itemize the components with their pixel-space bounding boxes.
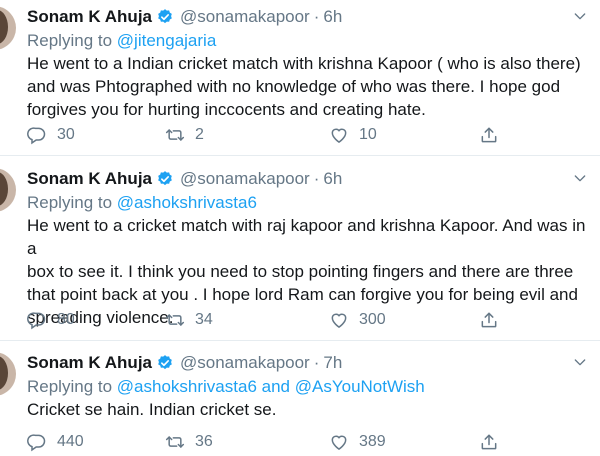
- timestamp[interactable]: 7h: [323, 353, 342, 373]
- tweet-actions: 80 34 300: [27, 308, 587, 332]
- like-button[interactable]: 389: [329, 430, 386, 454]
- replying-to: Replying to @ashokshrivasta6: [27, 193, 257, 213]
- reply-button[interactable]: 30: [27, 123, 75, 147]
- timestamp[interactable]: 6h: [323, 169, 342, 189]
- likes-count: 389: [359, 433, 386, 450]
- heart-icon: [329, 125, 349, 145]
- tweet-divider: [0, 340, 600, 341]
- mention-link[interactable]: @ashokshrivasta6: [117, 193, 257, 212]
- mention-link[interactable]: @AsYouNotWish: [295, 377, 425, 396]
- replies-count: 80: [57, 311, 75, 328]
- avatar[interactable]: [0, 6, 16, 50]
- share-icon: [479, 310, 499, 330]
- replying-to-label: Replying to: [27, 377, 113, 396]
- tweet-text-line: Cricket se hain. Indian cricket se.: [27, 400, 277, 419]
- like-button[interactable]: 300: [329, 308, 386, 332]
- tweet-header: Sonam K Ahuja @sonamakapoor · 6h: [27, 6, 342, 28]
- mention-link[interactable]: @ashokshrivasta6: [117, 377, 257, 396]
- verified-badge-icon: [156, 170, 174, 188]
- replies-count: 440: [57, 433, 84, 450]
- heart-icon: [329, 432, 349, 452]
- timestamp[interactable]: 6h: [323, 7, 342, 27]
- tweet: Sonam K Ahuja @sonamakapoor · 7h Replying to…: [0, 352, 600, 456]
- author-handle[interactable]: @sonamakapoor: [180, 353, 310, 373]
- separator-dot: ·: [313, 353, 320, 372]
- heart-icon: [329, 310, 349, 330]
- reply-button[interactable]: 80: [27, 308, 75, 332]
- retweets-count: 34: [195, 311, 213, 328]
- retweet-button[interactable]: 36: [165, 430, 213, 454]
- chevron-down-icon[interactable]: [572, 8, 588, 24]
- tweet-text-line: He went to a cricket match with raj kapo…: [27, 216, 586, 258]
- reply-icon: [27, 432, 47, 452]
- avatar[interactable]: [0, 352, 16, 396]
- separator-dot: ·: [313, 169, 320, 188]
- verified-badge-icon: [156, 8, 174, 26]
- retweet-icon: [165, 432, 185, 452]
- avatar[interactable]: [0, 168, 16, 212]
- reply-icon: [27, 125, 47, 145]
- tweet-actions: 30 2 10: [27, 123, 587, 147]
- retweet-button[interactable]: 2: [165, 123, 204, 147]
- tweet-text-line: that point back at you . I hope lord Ram…: [27, 285, 578, 304]
- share-button[interactable]: [479, 308, 499, 332]
- author-name[interactable]: Sonam K Ahuja: [27, 7, 152, 27]
- likes-count: 300: [359, 311, 386, 328]
- replying-to-label: Replying to: [27, 193, 113, 212]
- chevron-down-icon[interactable]: [572, 170, 588, 186]
- author-name[interactable]: Sonam K Ahuja: [27, 353, 152, 373]
- tweet-text: Cricket se hain. Indian cricket se.: [27, 398, 587, 421]
- author-handle[interactable]: @sonamakapoor: [180, 169, 310, 189]
- tweet-divider: [0, 155, 600, 156]
- tweet-text: He went to a Indian cricket match with k…: [27, 52, 587, 121]
- author-handle[interactable]: @sonamakapoor: [180, 7, 310, 27]
- replies-count: 30: [57, 126, 75, 143]
- tweet-actions: 440 36 389: [27, 430, 587, 454]
- tweet-text-line: box to see it. I think you need to stop …: [27, 262, 574, 281]
- retweet-button[interactable]: 34: [165, 308, 213, 332]
- tweet-header: Sonam K Ahuja @sonamakapoor · 6h: [27, 168, 342, 190]
- tweet-text-line: forgives you for hurting inccocents and …: [27, 100, 426, 119]
- mention-link[interactable]: @jitengajaria: [117, 31, 216, 50]
- share-icon: [479, 432, 499, 452]
- mention-joiner: and: [261, 377, 291, 396]
- separator-dot: ·: [313, 7, 320, 26]
- likes-count: 10: [359, 126, 377, 143]
- author-name[interactable]: Sonam K Ahuja: [27, 169, 152, 189]
- tweet-text-line: He went to a Indian cricket match with k…: [27, 54, 581, 73]
- tweet: Sonam K Ahuja @sonamakapoor · 6h Replying to…: [0, 168, 600, 334]
- tweet-header: Sonam K Ahuja @sonamakapoor · 7h: [27, 352, 342, 374]
- retweet-icon: [165, 125, 185, 145]
- replying-to: Replying to @jitengajaria: [27, 31, 216, 51]
- share-icon: [479, 125, 499, 145]
- share-button[interactable]: [479, 430, 499, 454]
- replying-to: Replying to @ashokshrivasta6 and @AsYouN…: [27, 377, 425, 397]
- reply-button[interactable]: 440: [27, 430, 84, 454]
- retweets-count: 36: [195, 433, 213, 450]
- reply-icon: [27, 310, 47, 330]
- share-button[interactable]: [479, 123, 499, 147]
- like-button[interactable]: 10: [329, 123, 377, 147]
- verified-badge-icon: [156, 354, 174, 372]
- retweet-icon: [165, 310, 185, 330]
- tweet-text-line: and was Phtographed with no knowledge of…: [27, 77, 561, 96]
- retweets-count: 2: [195, 126, 204, 143]
- tweet: Sonam K Ahuja @sonamakapoor · 6h Replying to…: [0, 6, 600, 149]
- replying-to-label: Replying to: [27, 31, 113, 50]
- chevron-down-icon[interactable]: [572, 354, 588, 370]
